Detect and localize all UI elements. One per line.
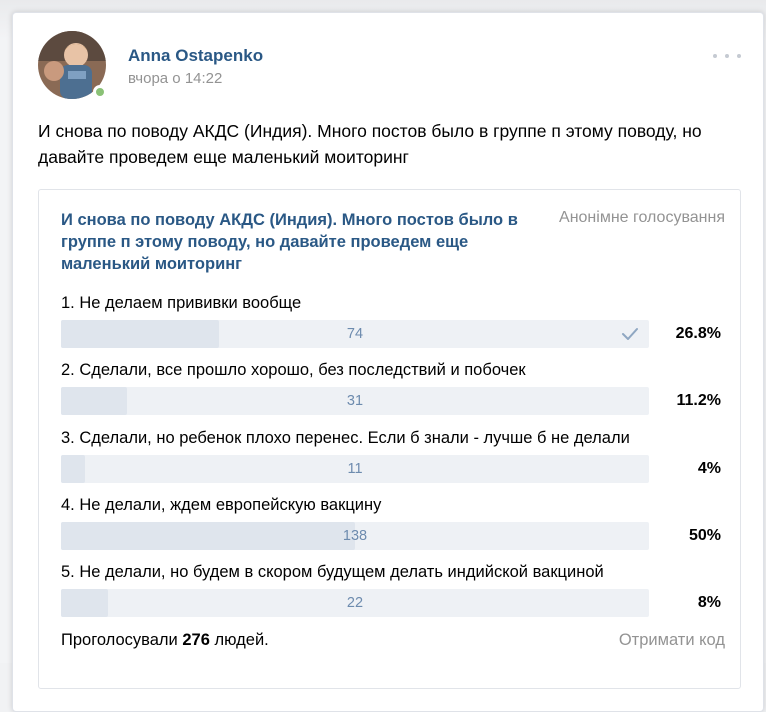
poll-option-count: 31 [346, 393, 364, 409]
poll-option-percent: 26.8% [675, 325, 721, 342]
poll-type-label: Анонімне голосування [559, 209, 725, 226]
poll-total-suffix: людей. [214, 631, 269, 649]
poll-option-percent: 50% [688, 527, 721, 544]
poll-option-count: 22 [346, 595, 364, 611]
poll-option-bar[interactable]: 31 [61, 387, 649, 415]
more-options-icon[interactable] [713, 51, 741, 61]
poll-option-count: 138 [342, 528, 368, 544]
poll-option-bar[interactable]: 22 [61, 589, 649, 617]
poll-option: 2. Сделали, все прошло хорошо, без после… [61, 361, 721, 421]
post-text: И снова по поводу АКДС (Индия). Много по… [38, 121, 702, 167]
poll: И снова по поводу АКДС (Индия). Много по… [38, 189, 741, 689]
poll-option-bar[interactable]: 74 [61, 320, 649, 348]
online-status-icon [93, 85, 107, 99]
poll-option: 4. Не делали, ждем европейскую вакцину 1… [61, 496, 721, 556]
poll-option-label: 1. Не делаем прививки вообще [61, 294, 302, 312]
poll-option-bar[interactable]: 11 [61, 455, 649, 483]
poll-option-percent: 8% [697, 594, 721, 611]
poll-option-label: 5. Не делали, но будем в скором будущем … [61, 563, 604, 581]
poll-option-count: 11 [347, 461, 363, 477]
poll-title: И снова по поводу АКДС (Индия). Много по… [61, 211, 518, 273]
poll-option-count: 74 [346, 326, 364, 342]
poll-total-prefix: Проголосували [61, 631, 178, 649]
poll-option: 3. Сделали, но ребенок плохо перенес. Ес… [61, 429, 721, 489]
author-name[interactable]: Anna Ostapenko [128, 46, 263, 66]
poll-option-label: 2. Сделали, все прошло хорошо, без после… [61, 361, 526, 379]
poll-option-label: 3. Сделали, но ребенок плохо перенес. Ес… [61, 429, 630, 447]
get-code-link[interactable]: Отримати код [619, 631, 725, 650]
poll-option: 1. Не делаем прививки вообще 74 26.8% [61, 294, 721, 354]
poll-option: 5. Не делали, но будем в скором будущем … [61, 563, 721, 623]
checkmark-icon [622, 328, 638, 340]
post-time[interactable]: вчора о 14:22 [128, 70, 222, 87]
poll-option-percent: 11.2% [676, 392, 721, 409]
wall-post: Anna Ostapenko вчора о 14:22 И снова по … [12, 12, 764, 712]
poll-option-percent: 4% [697, 460, 721, 477]
poll-option-bar[interactable]: 138 [61, 522, 649, 550]
poll-option-label: 4. Не делали, ждем европейскую вакцину [61, 496, 382, 514]
poll-total-votes: Проголосували 276 людей. [61, 631, 269, 650]
poll-total-count: 276 [182, 631, 210, 649]
